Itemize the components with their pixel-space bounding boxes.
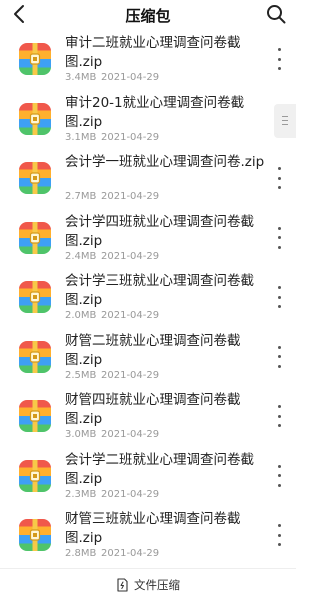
file-name: 会计学四班就业心理调查问卷截图.zip (65, 213, 254, 249)
file-list-item[interactable]: 会计学二班就业心理调查问卷截图.zip 2.3MB 2021-04-29 (0, 447, 296, 507)
file-list-item[interactable]: 财管三班就业心理调查问卷截图.zip 2.8MB 2021-04-29 (0, 506, 296, 566)
file-list-item[interactable]: 审计二班就业心理调查问卷截图.zip 3.4MB 2021-04-29 (0, 30, 296, 90)
file-meta: 2.4MB 2021-04-29 (65, 251, 159, 262)
zip-archive-icon (19, 221, 51, 254)
file-size: 3.1MB (65, 131, 97, 143)
file-name: 会计学一班就业心理调查问卷.zip (65, 154, 265, 170)
file-date: 2021-04-29 (101, 250, 160, 262)
zip-archive-icon (19, 281, 51, 313)
compress-files-label: 文件压缩 (134, 578, 180, 592)
top-app-bar: 压缩包 (0, 0, 296, 30)
compress-files-button[interactable]: 文件压缩 (0, 575, 296, 595)
page-title: 压缩包 (125, 7, 171, 25)
more-options-icon[interactable] (276, 48, 282, 70)
file-meta: 3.4MB 2021-04-29 (65, 72, 159, 83)
file-date: 2021-04-29 (101, 72, 160, 83)
zip-archive-icon (19, 102, 51, 135)
file-meta: 2.5MB 2021-04-29 (65, 370, 159, 381)
file-meta: 2.7MB 2021-04-29 (65, 191, 159, 202)
file-size: 2.0MB (65, 310, 97, 321)
file-size: 3.4MB (65, 72, 97, 83)
more-options-icon[interactable] (276, 226, 282, 249)
file-list: 审计二班就业心理调查问卷截图.zip 3.4MB 2021-04-29 审计20-1就… (0, 30, 296, 566)
zip-archive-icon (19, 400, 51, 432)
more-options-icon[interactable] (276, 524, 282, 546)
file-size: 2.4MB (65, 250, 97, 262)
zip-archive-icon (19, 519, 51, 551)
file-meta: 2.3MB 2021-04-29 (65, 489, 159, 500)
compress-file-icon (117, 578, 128, 592)
zip-archive-icon (19, 162, 51, 194)
file-meta: 3.0MB 2021-04-29 (65, 429, 159, 440)
file-list-item[interactable]: 财管四班就业心理调查问卷截图.zip 3.0MB 2021-04-29 (0, 387, 296, 447)
file-name: 会计学二班就业心理调查问卷截图.zip (65, 451, 254, 487)
file-name: 财管四班就业心理调查问卷截图.zip (65, 392, 241, 427)
bottom-bar: 文件压缩 (0, 568, 296, 600)
file-size: 3.0MB (65, 429, 97, 440)
file-meta: 2.0MB 2021-04-29 (65, 310, 159, 321)
file-meta: 3.1MB 2021-04-29 (65, 132, 159, 143)
file-name: 审计二班就业心理调查问卷截图.zip (65, 35, 241, 70)
file-date: 2021-04-29 (101, 131, 160, 143)
zip-archive-icon (19, 459, 51, 492)
file-name: 会计学三班就业心理调查问卷截图.zip (65, 273, 254, 308)
more-options-icon[interactable] (276, 286, 282, 308)
file-date: 2021-04-29 (101, 429, 160, 440)
more-options-icon[interactable] (276, 405, 282, 427)
search-icon[interactable] (265, 3, 287, 25)
file-meta: 2.8MB 2021-04-29 (65, 548, 159, 559)
file-name: 财管二班就业心理调查问卷截图.zip (65, 332, 241, 368)
file-date: 2021-04-29 (101, 310, 160, 321)
more-options-icon[interactable] (276, 345, 282, 368)
file-list-item[interactable]: 会计学四班就业心理调查问卷截图.zip 2.4MB 2021-04-29 (0, 209, 296, 269)
file-date: 2021-04-29 (101, 548, 160, 559)
file-size: 2.5MB (65, 369, 97, 381)
file-date: 2021-04-29 (101, 369, 160, 381)
file-list-item[interactable]: 审计20-1就业心理调查问卷截图.zip 3.1MB 2021-04-29 (0, 90, 296, 150)
more-options-icon[interactable] (276, 464, 282, 487)
zip-archive-icon (19, 340, 51, 373)
file-date: 2021-04-29 (101, 488, 160, 500)
file-name: 财管三班就业心理调查问卷截图.zip (65, 511, 241, 546)
file-list-item[interactable]: 财管二班就业心理调查问卷截图.zip 2.5MB 2021-04-29 (0, 328, 296, 388)
file-list-item[interactable]: 会计学一班就业心理调查问卷.zip 2.7MB 2021-04-29 (0, 149, 296, 209)
more-options-icon[interactable] (276, 167, 282, 189)
zip-archive-icon (19, 43, 51, 75)
fast-scroll-handle[interactable] (274, 104, 296, 138)
file-size: 2.8MB (65, 548, 97, 559)
file-list-item[interactable]: 会计学三班就业心理调查问卷截图.zip 2.0MB 2021-04-29 (0, 268, 296, 328)
file-date: 2021-04-29 (101, 191, 160, 202)
file-name: 审计20-1就业心理调查问卷截图.zip (65, 94, 245, 130)
file-size: 2.7MB (65, 191, 97, 202)
file-size: 2.3MB (65, 488, 97, 500)
